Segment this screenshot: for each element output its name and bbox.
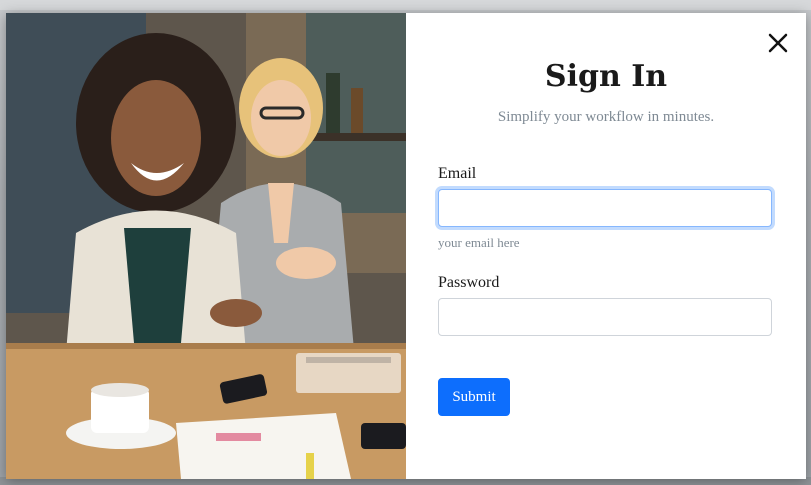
close-button[interactable]: [764, 29, 792, 57]
sign-in-modal: Sign In Simplify your workflow in minute…: [6, 13, 806, 479]
email-field[interactable]: [438, 189, 772, 227]
email-label: Email: [438, 165, 477, 182]
backdrop-top-strip: [0, 0, 811, 10]
modal-title: Sign In: [544, 59, 668, 94]
modal-subtitle: Simplify your workflow in minutes.: [497, 109, 715, 125]
email-help-text: your email here: [438, 235, 520, 250]
submit-button[interactable]: Submit: [438, 378, 510, 416]
password-field[interactable]: [438, 298, 772, 336]
sign-in-form-panel: Sign In Simplify your workflow in minute…: [406, 13, 806, 479]
hero-photo-illustration: [6, 13, 406, 479]
hero-photo: [6, 13, 406, 479]
close-icon: [768, 33, 788, 53]
password-label: Password: [438, 274, 500, 291]
